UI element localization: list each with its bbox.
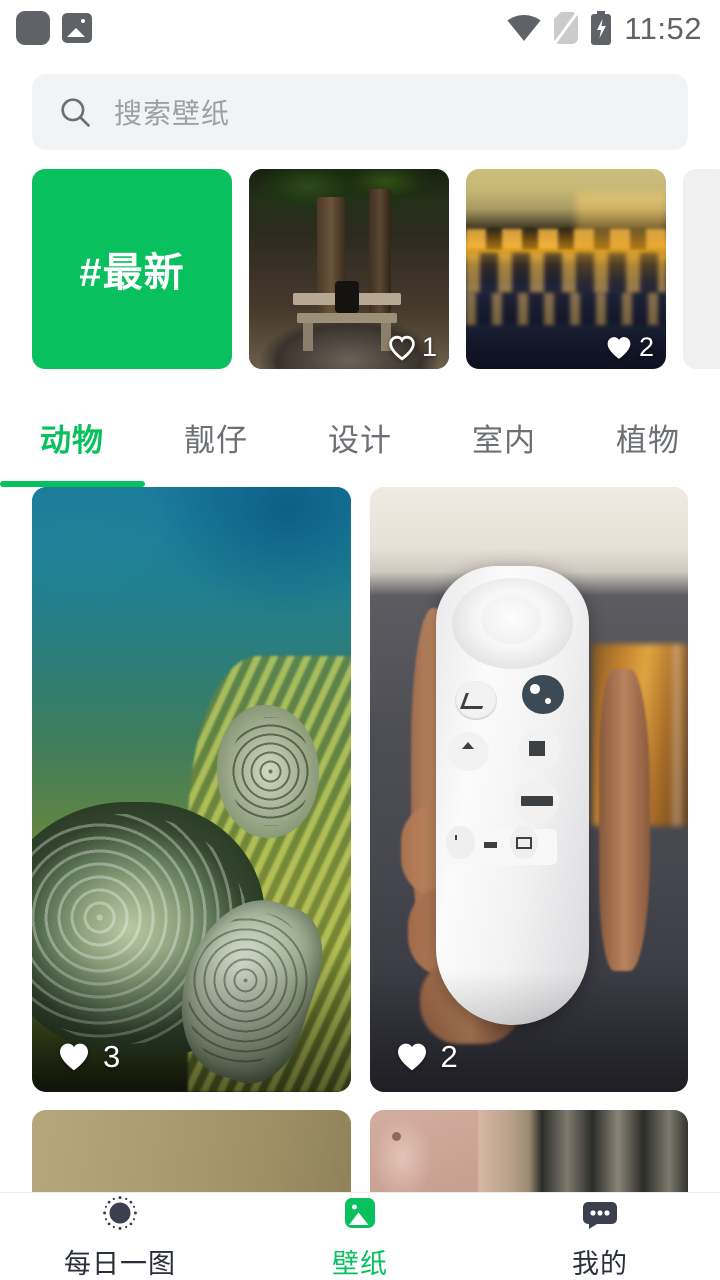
tab-plants[interactable]: 植物 [576, 395, 720, 460]
search-icon [61, 98, 90, 127]
status-bar: 11:52 [0, 0, 720, 56]
heart-icon [60, 1043, 88, 1070]
search-placeholder: 搜索壁纸 [114, 98, 231, 129]
like-badge: 2 [606, 334, 654, 361]
tab-label: 室内 [472, 423, 536, 458]
no-sim-icon [554, 12, 579, 44]
heart-icon [397, 1043, 426, 1070]
like-count: 2 [440, 1039, 458, 1074]
tab-label: 植物 [616, 423, 680, 458]
nav-label: 壁纸 [332, 1248, 388, 1279]
carousel-item-forest-bench[interactable]: 1 [249, 169, 449, 369]
sea-turtle-image [32, 487, 351, 1092]
wallpaper-card-sea-turtle[interactable]: 3 [32, 487, 351, 1092]
wallpaper-grid: 3 2 [0, 487, 720, 1230]
search-input[interactable]: 搜索壁纸 [32, 74, 688, 150]
nav-item-daily[interactable]: 每日一图 [0, 1193, 240, 1280]
like-badge: 3 [58, 1041, 120, 1072]
hand-holding-remote-image [369, 487, 688, 1092]
like-count: 3 [103, 1039, 121, 1074]
tab-design[interactable]: 设计 [288, 395, 432, 460]
category-tabs[interactable]: 动物 靓仔 设计 室内 植物 [0, 395, 720, 487]
like-badge: 1 [389, 334, 437, 361]
heart-icon [607, 336, 631, 359]
grid-column-right: 2 [369, 487, 688, 1230]
daily-sun-icon [100, 1193, 140, 1233]
wifi-icon [507, 14, 541, 41]
carousel-item-next-peek[interactable] [683, 169, 720, 369]
tab-label: 设计 [328, 423, 392, 458]
nav-label: 每日一图 [64, 1248, 176, 1279]
battery-charging-icon [591, 11, 612, 45]
tab-handsome[interactable]: 靓仔 [144, 395, 288, 460]
tab-interior[interactable]: 室内 [432, 395, 576, 460]
carousel-latest-label: #最新 [79, 251, 185, 295]
notification-blank-icon [16, 11, 50, 45]
carousel-item-sunset-lake[interactable]: 2 [466, 169, 666, 369]
wallpaper-image-icon [340, 1193, 380, 1233]
nav-item-mine[interactable]: 我的 [480, 1193, 720, 1280]
photo-notification-icon [62, 13, 92, 43]
heart-icon [389, 335, 415, 361]
carousel-item-latest[interactable]: #最新 [32, 169, 232, 369]
status-bar-time: 11:52 [624, 10, 702, 46]
tag-carousel[interactable]: #最新 1 2 [0, 169, 720, 369]
nav-item-wallpaper[interactable]: 壁纸 [240, 1193, 480, 1280]
like-count: 2 [638, 332, 654, 362]
like-count: 1 [421, 332, 437, 362]
tab-animals[interactable]: 动物 [0, 395, 144, 460]
tab-label: 动物 [40, 423, 104, 458]
status-bar-right: 11:52 [507, 11, 702, 45]
status-bar-left [16, 11, 92, 45]
wallpaper-card-remote[interactable]: 2 [369, 487, 688, 1092]
app-root: 11:52 搜索壁纸 #最新 1 2 动物 靓仔 设计 室内 植物 3 2 每日… [0, 0, 720, 1280]
chat-bubble-icon [580, 1193, 620, 1233]
search-section: 搜索壁纸 [0, 56, 720, 150]
tab-label: 靓仔 [184, 423, 248, 458]
grid-column-left: 3 [32, 487, 351, 1230]
nav-label: 我的 [572, 1248, 628, 1279]
like-badge: 2 [396, 1041, 458, 1072]
bottom-navigation[interactable]: 每日一图 壁纸 我的 [0, 1192, 720, 1280]
